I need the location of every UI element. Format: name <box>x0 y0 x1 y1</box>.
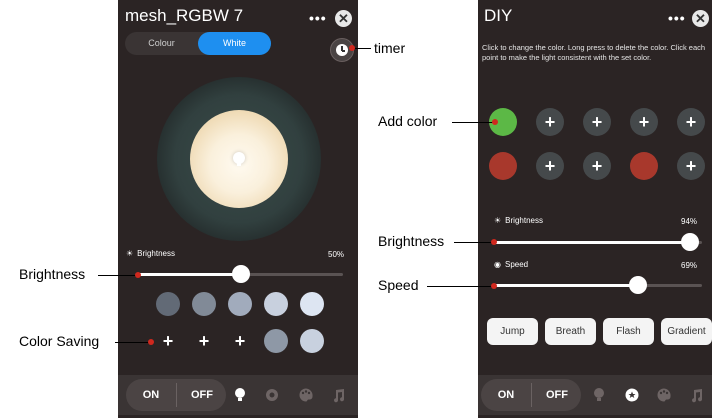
brightness-value: 50% <box>328 250 345 259</box>
breath-button[interactable]: Breath <box>545 318 596 345</box>
flash-button[interactable]: Flash <box>603 318 654 345</box>
saved-color-swatch[interactable] <box>264 329 288 353</box>
sun-icon: ☀ <box>494 216 502 225</box>
sun-icon: ☀ <box>126 249 134 258</box>
diy-color-swatch[interactable] <box>630 152 658 180</box>
add-saved-color-button[interactable]: + <box>192 329 216 353</box>
diy-brightness-row-label: ☀ Brightness <box>494 216 543 225</box>
saved-color-swatch[interactable] <box>264 292 288 316</box>
off-button[interactable]: OFF <box>177 379 227 411</box>
add-diy-color-button[interactable]: + <box>536 108 564 136</box>
diy-brightness-label: Brightness <box>505 216 543 225</box>
scene-tab-icon[interactable] <box>624 387 640 403</box>
annotation-dot <box>135 272 141 278</box>
on-button[interactable]: ON <box>126 379 176 411</box>
add-diy-color-button[interactable]: + <box>583 108 611 136</box>
add-diy-color-button[interactable]: + <box>583 152 611 180</box>
diy-color-swatch[interactable] <box>489 152 517 180</box>
off-button[interactable]: OFF <box>532 379 582 411</box>
add-saved-color-button[interactable]: + <box>156 329 180 353</box>
bulb-icon <box>233 152 245 166</box>
on-button[interactable]: ON <box>481 379 531 411</box>
annotation-color-saving: Color Saving <box>19 333 100 349</box>
speed-icon: ◉ <box>494 260 501 269</box>
tab-white[interactable]: White <box>198 32 271 55</box>
palette-tab-icon[interactable] <box>656 387 672 403</box>
gradient-button[interactable]: Gradient <box>661 318 712 345</box>
diy-title: DIY <box>484 6 513 25</box>
jump-button[interactable]: Jump <box>487 318 538 345</box>
add-diy-color-button[interactable]: + <box>630 108 658 136</box>
saved-color-swatch[interactable] <box>300 292 324 316</box>
annotation-add-color: Add color <box>378 113 438 129</box>
annotation-line <box>98 275 138 276</box>
diy-brightness-slider-knob[interactable] <box>680 233 699 251</box>
clock-icon <box>336 44 348 56</box>
speed-slider-knob[interactable] <box>628 276 647 294</box>
music-tab-icon[interactable] <box>331 387 347 403</box>
speed-slider-fill <box>494 284 638 287</box>
annotation-timer: timer <box>374 40 406 56</box>
diy-screen: DIY ••• ✕ Click to change the color. Lon… <box>478 0 712 418</box>
bulb-tab-icon[interactable] <box>232 387 248 403</box>
add-diy-color-button[interactable]: + <box>677 152 705 180</box>
annotation-line <box>115 342 151 343</box>
more-options-icon[interactable]: ••• <box>309 10 327 26</box>
device-title: mesh_RGBW 7 <box>125 6 244 25</box>
brightness-slider[interactable] <box>138 265 343 283</box>
white-mode-screen: mesh_RGBW 7 ••• ✕ Colour White ☀ Brightn… <box>118 0 358 418</box>
bottom-bar: ON OFF <box>478 375 712 415</box>
close-button[interactable]: ✕ <box>692 10 709 27</box>
annotation-brightness-left: Brightness <box>19 266 86 282</box>
saved-color-swatch[interactable] <box>156 292 180 316</box>
scene-tab-icon[interactable] <box>264 387 280 403</box>
diy-brightness-slider-fill <box>494 241 690 244</box>
annotation-line <box>452 122 495 123</box>
annotation-dot <box>491 283 497 289</box>
palette-tab-icon[interactable] <box>298 387 314 403</box>
tab-colour[interactable]: Colour <box>125 32 198 55</box>
close-button[interactable]: ✕ <box>335 10 352 27</box>
diy-brightness-slider[interactable] <box>494 233 702 251</box>
diy-brightness-value: 94% <box>681 217 698 226</box>
bottom-bar: ON OFF <box>118 375 358 415</box>
speed-slider[interactable] <box>494 276 702 294</box>
annotation-line <box>454 242 494 243</box>
add-diy-color-button[interactable]: + <box>677 108 705 136</box>
white-temperature-disc <box>190 110 288 208</box>
annotation-line <box>427 286 494 287</box>
saved-color-swatch[interactable] <box>228 292 252 316</box>
saved-color-swatch[interactable] <box>300 329 324 353</box>
brightness-slider-knob[interactable] <box>231 265 250 283</box>
annotation-brightness-right: Brightness <box>378 233 445 249</box>
annotation-dot <box>148 339 154 345</box>
music-tab-icon[interactable] <box>689 387 705 403</box>
power-toggle: ON OFF <box>481 379 581 411</box>
speed-row-label: ◉ Speed <box>494 260 528 269</box>
add-diy-color-button[interactable]: + <box>536 152 564 180</box>
saved-color-swatch[interactable] <box>192 292 216 316</box>
mode-tabs: Colour White <box>125 32 271 55</box>
annotation-dot <box>492 119 498 125</box>
annotation-dot <box>349 45 355 51</box>
bulb-tab-icon[interactable] <box>591 387 607 403</box>
white-temperature-wheel[interactable] <box>157 77 321 241</box>
add-saved-color-button[interactable]: + <box>228 329 252 353</box>
speed-label: Speed <box>504 260 529 269</box>
speed-value: 69% <box>681 261 698 270</box>
brightness-label: Brightness <box>137 249 175 258</box>
annotation-dot <box>491 239 497 245</box>
more-options-icon[interactable]: ••• <box>668 10 686 26</box>
brightness-slider-fill <box>138 273 241 276</box>
annotation-speed: Speed <box>378 277 419 293</box>
power-toggle: ON OFF <box>126 379 226 411</box>
diy-instructions: Click to change the color. Long press to… <box>482 43 706 62</box>
brightness-row-label: ☀ Brightness <box>126 249 175 258</box>
